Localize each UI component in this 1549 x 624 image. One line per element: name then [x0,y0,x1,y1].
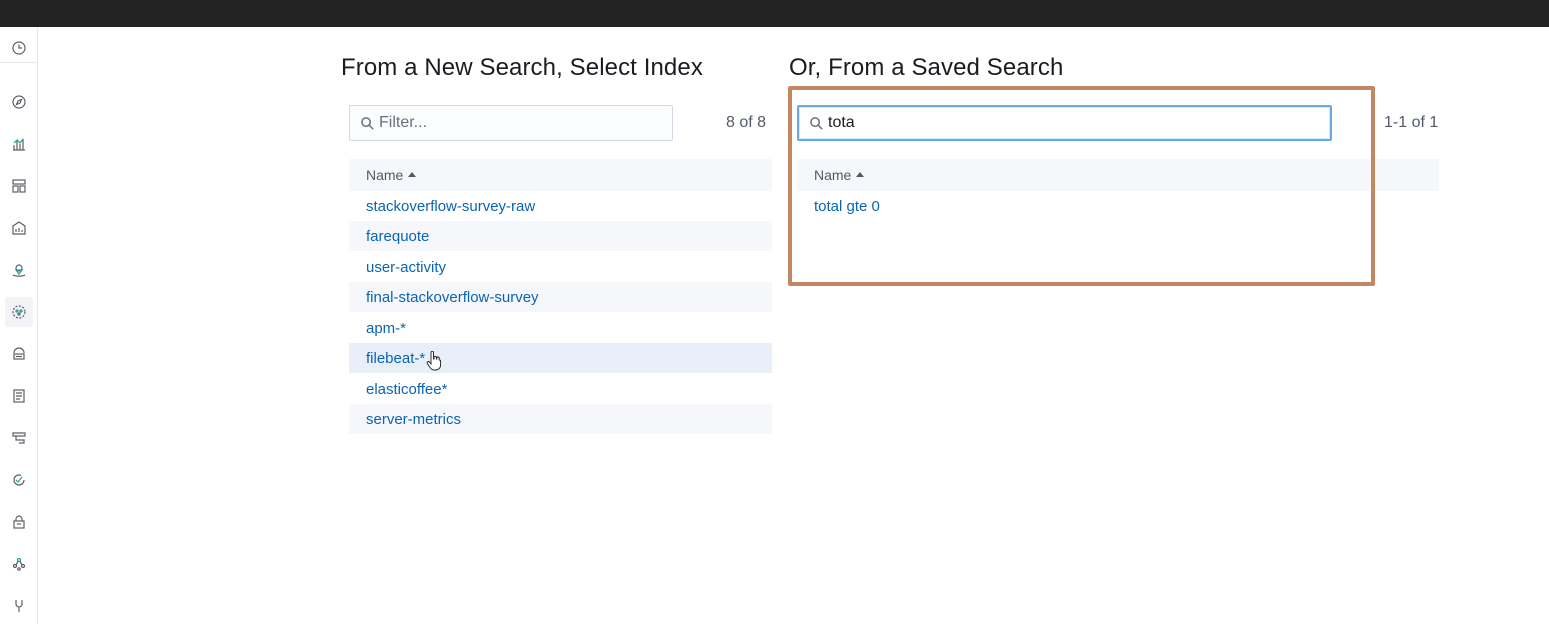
sort-ascending-icon [408,171,417,177]
index-row[interactable]: farequote [349,221,772,251]
graph-icon[interactable] [0,549,38,579]
logs-icon[interactable] [0,381,38,411]
saved-search-table-header[interactable]: Name [797,159,1439,191]
compass-icon[interactable] [0,87,38,117]
saved-search-title: Or, From a Saved Search [789,54,1064,81]
infrastructure-icon[interactable] [0,339,38,369]
side-navigation [0,27,38,624]
machine-learning-icon[interactable] [5,297,33,327]
canvas-icon[interactable] [0,213,38,243]
index-row[interactable]: server-metrics [349,404,772,434]
name-column-label: Name [814,167,852,183]
index-row[interactable]: apm-* [349,313,772,343]
siem-icon[interactable] [0,507,38,537]
visualize-icon[interactable] [0,129,38,159]
index-row[interactable]: final-stackoverflow-survey [349,282,772,312]
sort-ascending-icon [856,171,865,177]
clock-icon[interactable] [0,33,38,63]
saved-search-field[interactable] [797,105,1332,141]
new-search-title: From a New Search, Select Index [341,54,703,81]
index-row[interactable]: filebeat-* [349,343,772,373]
uptime-icon[interactable] [0,465,38,495]
dashboard-icon[interactable] [0,171,38,201]
index-row[interactable]: user-activity [349,252,772,282]
saved-search-row[interactable]: total gte 0 [797,191,1357,221]
index-row[interactable]: stackoverflow-survey-raw [349,191,772,221]
dev-tools-icon[interactable] [0,591,38,621]
apm-icon[interactable] [0,423,38,453]
search-icon [810,116,823,130]
saved-search-input[interactable] [828,114,1330,132]
saved-search-count: 1-1 of 1 [1384,114,1439,131]
hand-pointer-icon [426,351,442,371]
search-icon [361,116,374,130]
name-column-label: Name [366,167,404,183]
maps-icon[interactable] [0,255,38,285]
top-bar [0,0,1549,27]
index-count: 8 of 8 [726,114,767,131]
index-row[interactable]: elasticoffee* [349,374,772,404]
index-table-header[interactable]: Name [349,159,772,191]
index-filter-input[interactable] [379,114,672,132]
index-filter-field[interactable] [349,105,673,141]
